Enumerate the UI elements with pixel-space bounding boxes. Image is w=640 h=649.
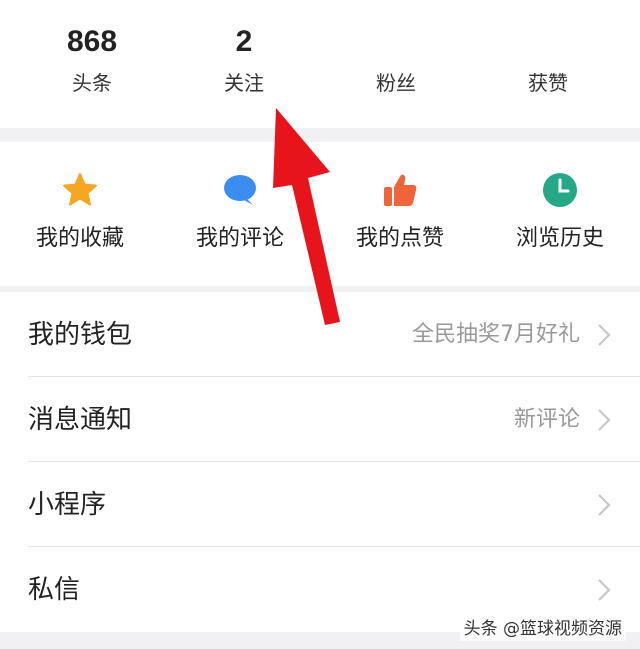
clock-icon [543,173,577,207]
watermark-text: 头条 @篮球视频资源 [459,612,626,641]
stat-value [316,22,476,62]
list-item-title: 消息通知 [28,405,133,435]
stat-label: 关注 [224,71,264,95]
list-item-wallet[interactable]: 我的钱包 全民抽奖7月好礼 [0,292,640,377]
stat-value: 2 [235,25,253,58]
shortcut-label: 浏览历史 [515,226,604,251]
star-icon [63,173,97,206]
stat-likes[interactable]: 获赞 [468,22,628,96]
shortcut-label: 我的评论 [195,226,284,251]
settings-list: 我的钱包 全民抽奖7月好礼 消息通知 新评论 小程序 私信 [0,292,640,632]
shortcut-grid: 我的收藏 我的评论 我的点赞 浏览历史 [0,142,640,286]
comment-bubble-icon [224,175,256,205]
list-item-title: 小程序 [28,490,107,520]
stat-following[interactable]: 2 关注 [164,22,324,96]
list-item-title: 私信 [28,575,81,605]
shortcut-label: 我的点赞 [355,226,444,251]
list-item-hint: 新评论 [513,407,580,432]
chevron-right-icon [598,324,611,346]
stat-label: 头条 [72,71,112,95]
shortcut-history[interactable]: 浏览历史 [480,170,640,254]
stat-value [468,22,628,62]
shortcut-favorites[interactable]: 我的收藏 [0,170,160,254]
chevron-right-icon [598,409,611,431]
stat-label: 获赞 [528,71,568,95]
list-item-title: 我的钱包 [28,320,133,350]
stat-label: 粉丝 [376,71,416,95]
chevron-right-icon [598,494,611,516]
stat-value: 868 [66,25,118,58]
stat-articles[interactable]: 868 头条 [12,22,172,96]
thumbs-up-icon [384,174,417,206]
stat-followers[interactable]: 粉丝 [316,22,476,96]
list-item-hint: 全民抽奖7月好礼 [412,322,580,347]
shortcut-label: 我的收藏 [35,226,124,251]
chevron-right-icon [598,579,611,601]
list-item-mini-programs[interactable]: 小程序 [0,462,640,547]
list-item-notifications[interactable]: 消息通知 新评论 [0,377,640,462]
shortcut-comments[interactable]: 我的评论 [160,170,320,254]
shortcut-likes[interactable]: 我的点赞 [320,170,480,254]
profile-stats-bar: 868 头条 2 关注 粉丝 获赞 [0,0,640,128]
